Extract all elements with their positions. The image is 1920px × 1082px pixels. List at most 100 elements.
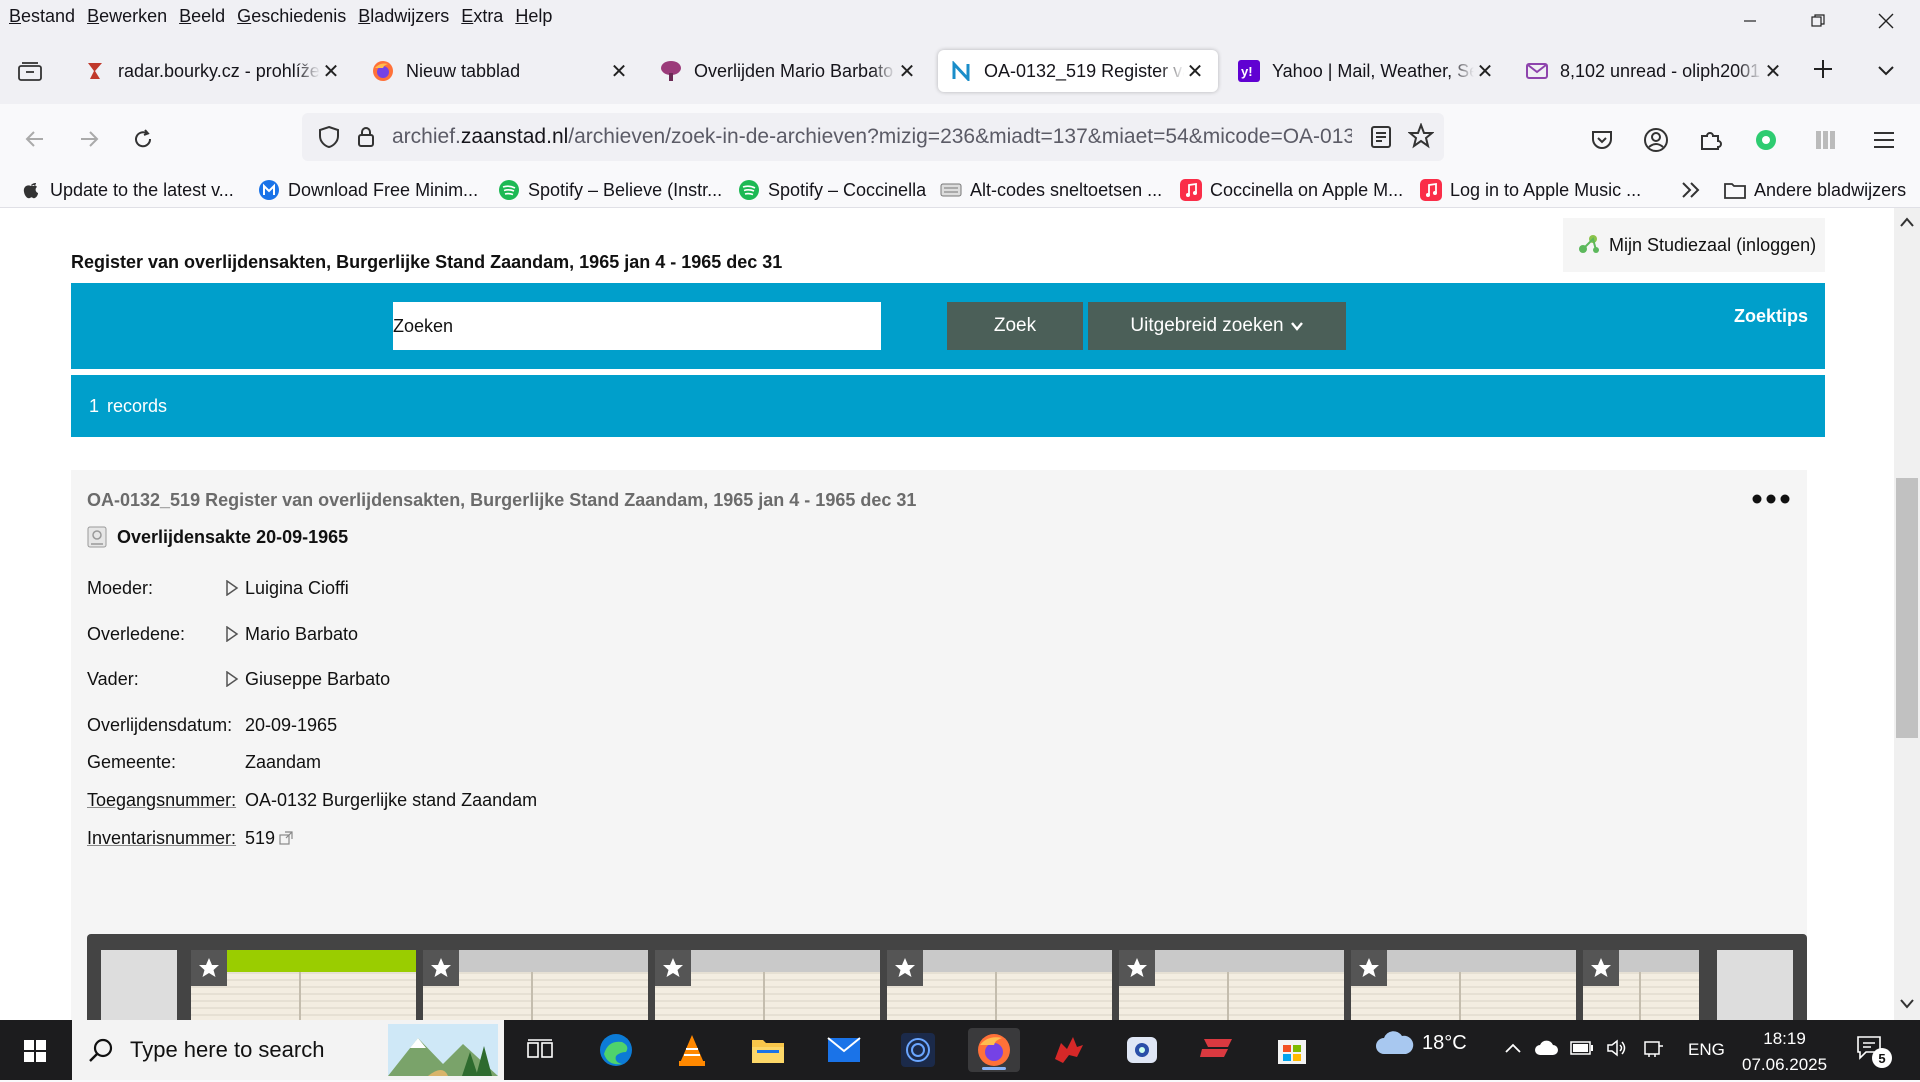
scan-thumbnail[interactable] <box>655 950 880 1020</box>
firefox-app[interactable] <box>968 1028 1020 1072</box>
task-view-button[interactable] <box>514 1028 566 1072</box>
input-language[interactable]: ENG <box>1688 1040 1725 1060</box>
forward-button[interactable] <box>72 122 106 156</box>
chevron-up-icon[interactable] <box>1504 1041 1522 1060</box>
person-name[interactable]: Luigina Cioffi <box>245 578 349 599</box>
external-link-icon[interactable] <box>279 831 293 845</box>
expressvpn-app[interactable] <box>1190 1028 1242 1072</box>
onedrive-cloud-icon[interactable] <box>1534 1040 1558 1061</box>
tab-mail[interactable]: 8,102 unread - oliph2001@ ✕ <box>1526 50 1784 92</box>
camera-app[interactable] <box>1116 1028 1168 1072</box>
notifications-button[interactable]: 5 <box>1856 1034 1892 1068</box>
start-button[interactable] <box>14 1034 54 1066</box>
menu-bewerken[interactable]: Bewerken <box>84 6 176 27</box>
open-menu-button[interactable] <box>1868 124 1900 156</box>
menu-bestand[interactable]: Bestand <box>6 6 84 27</box>
reader-view-icon[interactable] <box>1370 125 1392 154</box>
file-explorer-app[interactable] <box>742 1028 794 1072</box>
record-heading[interactable]: OA-0132_519 Register van overlijdensakte… <box>87 490 916 511</box>
close-tab-icon[interactable]: ✕ <box>896 59 918 84</box>
other-bookmarks-button[interactable]: Andere bladwijzers <box>1724 176 1906 204</box>
scan-thumbnail[interactable] <box>1351 950 1576 1020</box>
advanced-search-button[interactable]: Uitgebreid zoeken <box>1088 302 1346 350</box>
expand-triangle-icon[interactable] <box>225 580 245 596</box>
menu-geschiedenis[interactable]: Geschiedenis <box>234 6 355 27</box>
tab-manager-button[interactable] <box>12 56 48 86</box>
more-options-button[interactable] <box>1751 488 1791 506</box>
studiezaal-login-button[interactable]: Mijn Studiezaal (inloggen) <box>1563 218 1825 272</box>
menu-help[interactable]: Help <box>512 6 561 27</box>
tab-radar[interactable]: radar.bourky.cz - prohlížeč ✕ <box>84 50 342 92</box>
expand-triangle-icon[interactable] <box>225 671 245 687</box>
sidebar-button[interactable] <box>1810 124 1842 156</box>
extension-green-button[interactable] <box>1750 124 1782 156</box>
bookmark-item[interactable]: Log in to Apple Music ... <box>1420 176 1641 204</box>
menu-extra[interactable]: Extra <box>458 6 512 27</box>
close-tab-icon[interactable]: ✕ <box>1184 59 1206 84</box>
store-app[interactable] <box>1266 1028 1318 1072</box>
close-tab-icon[interactable]: ✕ <box>1762 59 1784 84</box>
field-label-link[interactable]: Toegangsnummer: <box>87 790 245 811</box>
battery-icon[interactable] <box>1570 1040 1594 1061</box>
clock[interactable]: 18:19 07.06.2025 <box>1742 1026 1827 1078</box>
bookmark-item[interactable]: Coccinella on Apple M... <box>1180 176 1403 204</box>
reload-button[interactable] <box>126 122 160 156</box>
bookmark-item[interactable]: Spotify – Believe (Instr... <box>498 176 722 204</box>
close-tab-icon[interactable]: ✕ <box>320 59 342 84</box>
scroll-down-icon[interactable] <box>1900 996 1914 1014</box>
mail-app[interactable] <box>818 1028 870 1072</box>
field-label-link[interactable]: Inventarisnummer: <box>87 828 245 849</box>
back-button[interactable] <box>18 122 52 156</box>
scan-thumbnail[interactable] <box>191 950 416 1020</box>
bookmark-item[interactable]: Update to the latest v... <box>20 176 234 204</box>
dragon-app[interactable] <box>1042 1028 1094 1072</box>
star-icon[interactable] <box>887 950 923 986</box>
bookmark-item[interactable]: Alt-codes sneltoetsen ... <box>940 176 1162 204</box>
next-scan-button[interactable] <box>1717 950 1793 1020</box>
pocket-button[interactable] <box>1586 124 1618 156</box>
star-icon[interactable] <box>1351 950 1387 986</box>
account-button[interactable] <box>1640 124 1672 156</box>
expand-triangle-icon[interactable] <box>225 626 245 642</box>
scroll-up-icon[interactable] <box>1900 214 1914 232</box>
zoek-button[interactable]: Zoek <box>947 302 1083 350</box>
bookmark-item[interactable]: Download Free Minim... <box>258 176 478 204</box>
extensions-button[interactable] <box>1694 124 1726 156</box>
list-all-tabs-button[interactable] <box>1876 60 1896 85</box>
scan-thumbnail[interactable] <box>1583 950 1699 1020</box>
shield-icon[interactable] <box>314 125 344 149</box>
person-name[interactable]: Giuseppe Barbato <box>245 669 390 690</box>
url-bar[interactable]: archief.zaanstad.nl/archieven/zoek-in-de… <box>302 113 1444 161</box>
taskbar-search-box[interactable]: Type here to search <box>72 1020 504 1080</box>
network-icon[interactable] <box>1642 1038 1664 1063</box>
star-icon[interactable] <box>1583 950 1619 986</box>
vlc-app[interactable] <box>666 1028 718 1072</box>
star-icon[interactable] <box>191 950 227 986</box>
menu-beeld[interactable]: Beeld <box>176 6 234 27</box>
scan-thumbnail[interactable] <box>1119 950 1344 1020</box>
star-icon[interactable] <box>655 950 691 986</box>
zoektips-link[interactable]: Zoektips <box>1734 306 1808 327</box>
menu-bladwijzers[interactable]: Bladwijzers <box>355 6 458 27</box>
tab-nieuw-tabblad[interactable]: Nieuw tabblad ✕ <box>372 50 630 92</box>
url-text[interactable]: archief.zaanstad.nl/archieven/zoek-in-de… <box>392 125 1352 149</box>
lock-icon[interactable] <box>354 126 378 148</box>
volume-icon[interactable] <box>1606 1038 1630 1063</box>
more-bookmarks-button[interactable] <box>1680 176 1702 204</box>
scan-thumbnail[interactable] <box>423 950 648 1020</box>
circle-app[interactable] <box>892 1028 944 1072</box>
page-scrollbar[interactable] <box>1894 208 1920 1020</box>
bookmark-star-icon[interactable] <box>1407 122 1435 154</box>
tab-overlijden-mario[interactable]: Overlijden Mario Barbato ✕ <box>660 50 918 92</box>
close-tab-icon[interactable]: ✕ <box>608 59 630 84</box>
tab-oa-0132[interactable]: OA-0132_519 Register van overlijdensakte… <box>938 50 1218 92</box>
person-name[interactable]: Mario Barbato <box>245 624 358 645</box>
previous-scan-button[interactable] <box>101 950 177 1020</box>
close-tab-icon[interactable]: ✕ <box>1474 59 1496 84</box>
scrollbar-thumb[interactable] <box>1896 478 1918 738</box>
scan-thumbnail[interactable] <box>887 950 1112 1020</box>
edge-app[interactable] <box>590 1028 642 1072</box>
tab-yahoo[interactable]: y! Yahoo | Mail, Weather, Search ✕ <box>1238 50 1496 92</box>
search-input[interactable] <box>393 302 881 350</box>
star-icon[interactable] <box>1119 950 1155 986</box>
